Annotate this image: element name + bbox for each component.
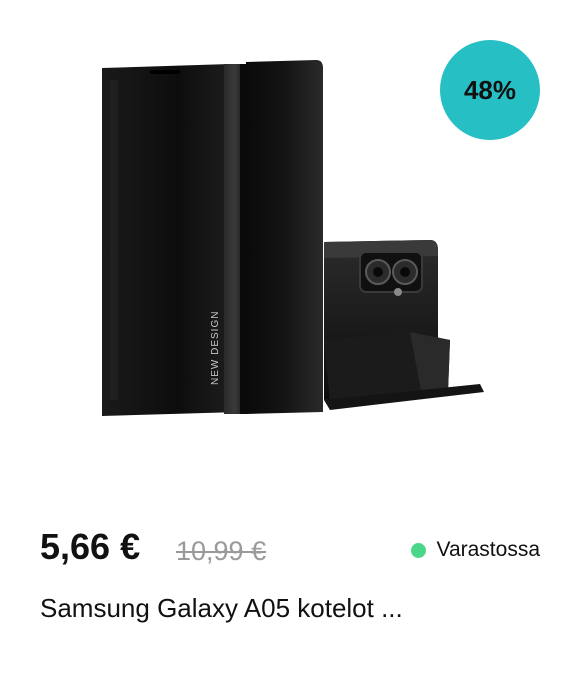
discount-badge: 48% — [440, 40, 540, 140]
product-image[interactable]: NEW DESIGN — [80, 40, 500, 440]
product-title[interactable]: Samsung Galaxy A05 kotelot ... — [40, 588, 540, 628]
original-price: 10,99 € — [176, 536, 267, 566]
stock-label: Varastossa — [436, 538, 541, 561]
price-row: 5,66 € 10,99 € Varastossa — [40, 522, 540, 578]
product-card[interactable]: NEW DESIGN 48% 5,66 € 10,99 € Varastossa… — [0, 0, 580, 700]
stock-status: Varastossa — [410, 522, 541, 578]
case-print-text: NEW DESIGN — [210, 311, 221, 385]
in-stock-dot-icon — [410, 542, 426, 558]
current-price: 5,66 € — [40, 526, 141, 567]
